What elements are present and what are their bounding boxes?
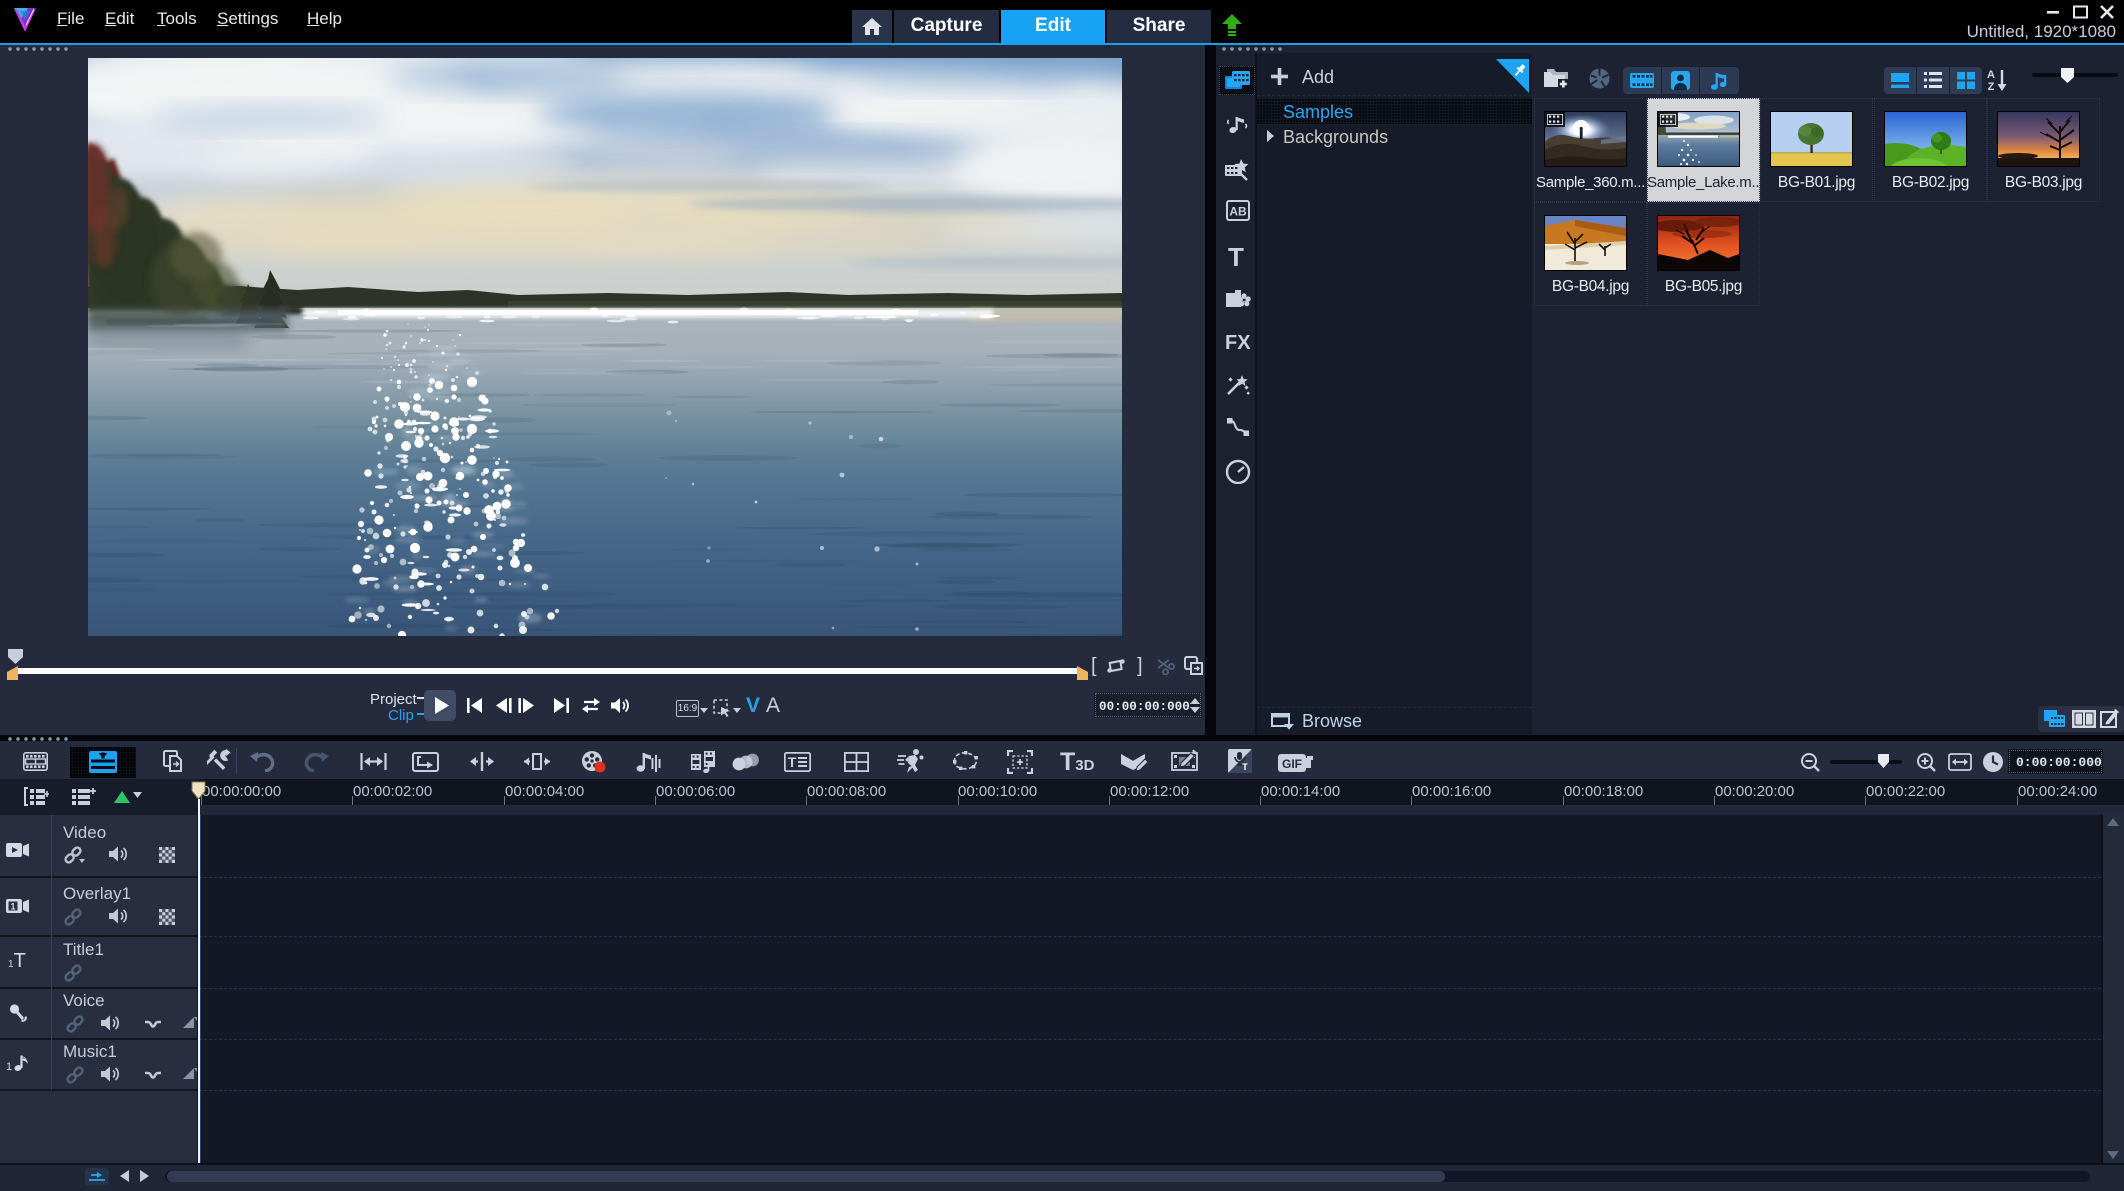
svg-text:Z: Z — [1988, 81, 1995, 92]
svg-text:GIF: GIF — [1282, 757, 1302, 771]
svg-text:AB: AB — [1229, 205, 1247, 219]
svg-text:1: 1 — [6, 1061, 12, 1072]
svg-text:T: T — [1242, 762, 1248, 772]
svg-text:1: 1 — [10, 901, 15, 911]
svg-text:A: A — [1987, 69, 1995, 81]
svg-text:T: T — [788, 754, 797, 770]
